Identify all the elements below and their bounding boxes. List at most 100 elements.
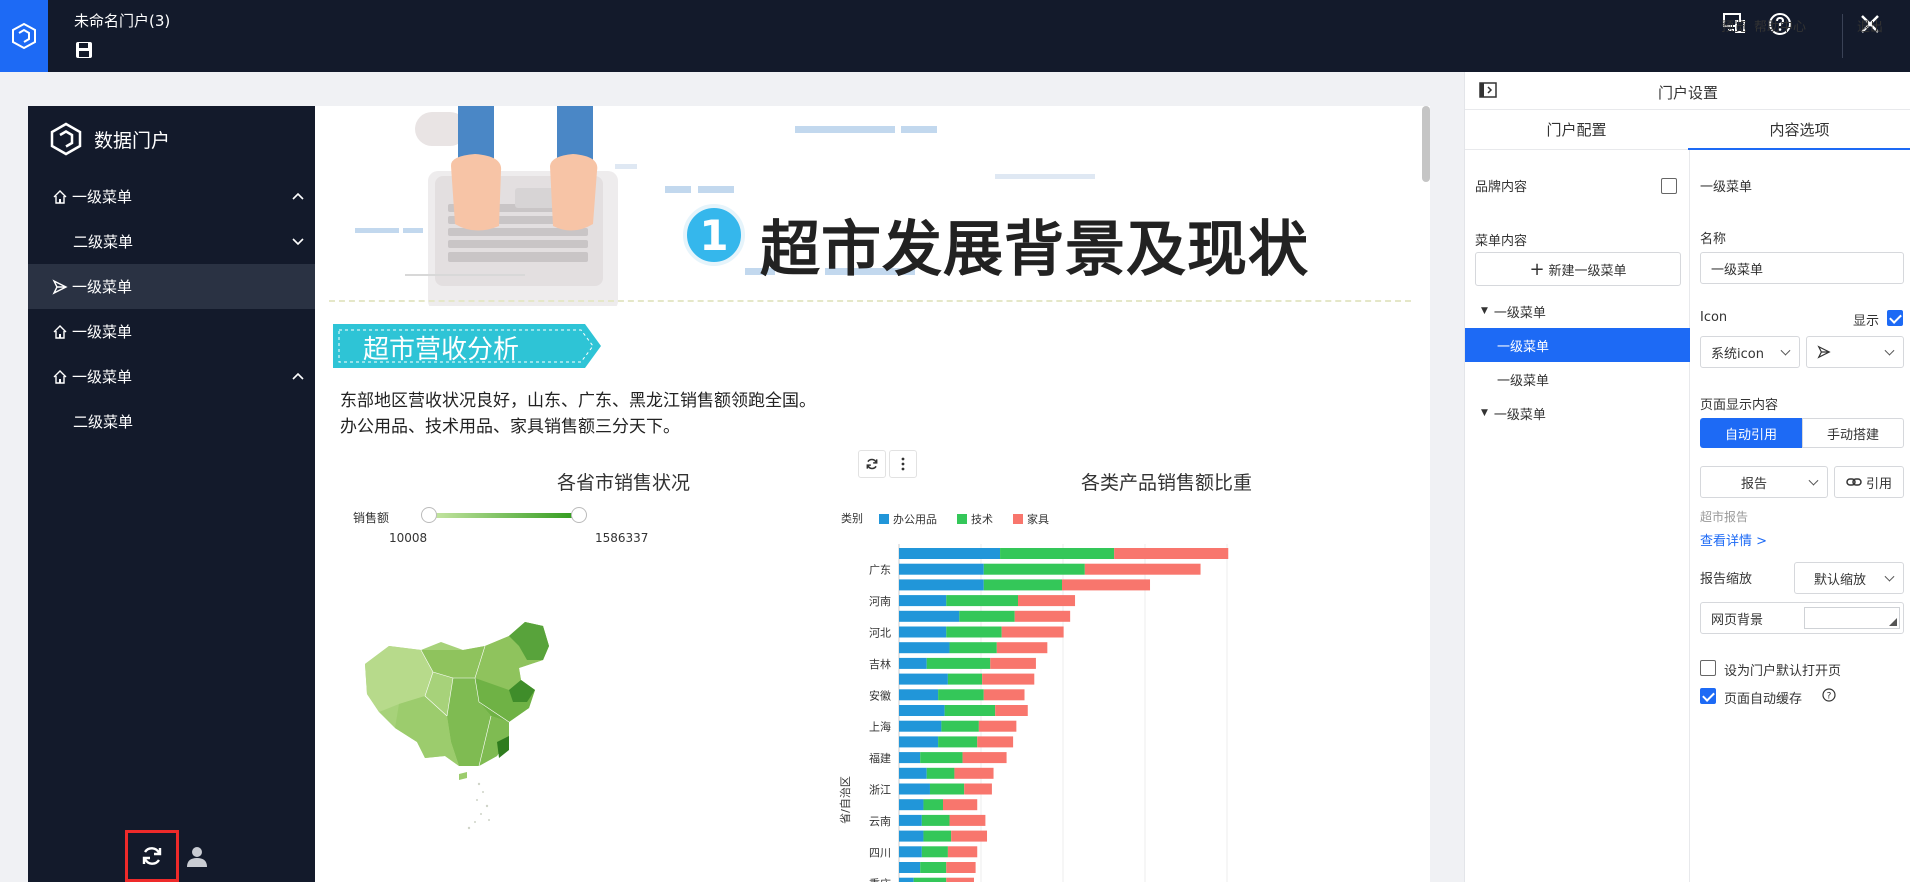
view-details-link[interactable]: 查看详情 >	[1700, 530, 1767, 549]
show-icon-checkbox[interactable]	[1887, 310, 1903, 326]
caret-down-icon[interactable]: ▼	[1481, 306, 1488, 316]
tab-content-options[interactable]: 内容选项	[1688, 110, 1910, 150]
chevron-up-icon[interactable]	[291, 369, 305, 383]
more-vertical-icon	[901, 457, 905, 471]
refresh-icon	[866, 458, 878, 470]
bar-segment	[899, 877, 914, 882]
home-icon	[53, 189, 67, 204]
bar-segment	[962, 752, 1007, 764]
background-color-picker[interactable]	[1804, 607, 1900, 629]
report-select[interactable]: 报告	[1700, 466, 1828, 498]
tab-portal-config[interactable]: 门户配置	[1465, 110, 1688, 150]
y-axis-label: 省/自治区	[838, 776, 852, 824]
map-chart-title: 各省市销售状况	[557, 472, 691, 494]
chart-refresh-button[interactable]	[858, 450, 886, 478]
stacked-bar-chart: 类别 办公用品 技术 家具省/自治区 广东河南河北吉林安徽上海福建浙江云南四川重庆	[838, 511, 1229, 882]
legend-item-label: 技术	[971, 513, 993, 526]
chart-more-button[interactable]	[889, 450, 917, 478]
menu-item-label: 一级菜单	[72, 188, 133, 206]
bar-segment	[1000, 548, 1115, 559]
bar-segment	[899, 689, 939, 701]
china-map	[365, 622, 549, 830]
portal-menu: 一级菜单 二级菜单 一级菜单 一级菜单 一级菜单 二级菜单	[28, 174, 315, 444]
category-tick-label: 上海	[869, 720, 891, 734]
menu-item-level2[interactable]: 二级菜单	[28, 219, 315, 264]
report-scrollbar-thumb[interactable]	[1422, 106, 1430, 182]
brand-content-checkbox[interactable]	[1661, 178, 1677, 194]
cube-logo-icon	[12, 22, 36, 50]
bar-segment	[951, 830, 988, 842]
bar-segment	[1017, 595, 1076, 607]
page-content-label: 页面显示内容	[1700, 398, 1779, 413]
plus-icon: +	[1529, 258, 1545, 280]
help-circle-icon[interactable]: ?	[1822, 688, 1836, 702]
bar-segment	[990, 657, 1036, 669]
category-tick-label: 福建	[869, 751, 891, 765]
icon-type-select[interactable]: 系统icon	[1700, 336, 1800, 368]
tree-item-selected[interactable]: 一级菜单	[1465, 328, 1690, 362]
icon-label: Icon	[1700, 310, 1728, 325]
description-line: 东部地区营收状况良好，山东、广东、黑龙江销售额领跑全国。	[340, 391, 816, 411]
category-tick-label: 吉林	[869, 657, 891, 671]
chevron-down-icon[interactable]	[291, 234, 305, 248]
bar-segment	[946, 877, 974, 882]
menu-item-level2[interactable]: 二级菜单	[28, 399, 315, 444]
default-open-checkbox[interactable]	[1700, 660, 1716, 676]
menu-item-level1-active[interactable]: 一级菜单	[28, 264, 315, 309]
bar-segment	[946, 595, 1018, 607]
default-open-label: 设为门户默认打开页	[1724, 664, 1842, 679]
zoom-select[interactable]: 默认缩放	[1794, 562, 1904, 594]
tree-item[interactable]: ▼ 一级菜单	[1465, 396, 1690, 430]
reference-button[interactable]: 引用	[1834, 466, 1904, 498]
bar-segment	[899, 846, 922, 858]
bar-segment	[926, 657, 991, 669]
user-icon[interactable]	[185, 844, 209, 868]
map-range-slider[interactable]	[421, 506, 591, 524]
svg-text:?: ?	[1827, 692, 1832, 702]
bar-segment	[938, 736, 978, 748]
tree-item[interactable]: ▼ 一级菜单	[1465, 294, 1690, 328]
legend-swatch	[1013, 514, 1023, 524]
chevron-up-icon[interactable]	[291, 189, 305, 203]
menu-item-level1[interactable]: 一级菜单	[28, 309, 315, 354]
bar-segment	[899, 705, 945, 716]
bar-segment	[949, 814, 986, 826]
save-icon[interactable]	[74, 40, 94, 60]
menu-properties-column: 一级菜单 名称 一级菜单 Icon 显示 系统icon 页面显示内容 自动引用 …	[1690, 150, 1910, 882]
exit-label: 退出	[1857, 20, 1884, 35]
bar-segment	[944, 705, 996, 716]
portal-title[interactable]: 未命名门户(3)	[74, 10, 170, 31]
corner-triangle-icon	[1889, 618, 1897, 626]
bar-segment	[946, 626, 1002, 638]
map-range-min: 10008	[389, 531, 428, 545]
show-label: 显示	[1853, 314, 1880, 329]
name-label: 名称	[1700, 232, 1727, 247]
refresh-icon	[142, 847, 162, 865]
autosave-checkbox[interactable]	[1700, 688, 1716, 704]
tree-item[interactable]: 一级菜单	[1465, 362, 1690, 396]
legend-title: 类别	[841, 511, 863, 525]
icon-picker-select[interactable]	[1806, 336, 1904, 368]
menu-item-level1[interactable]: 一级菜单	[28, 174, 315, 219]
auto-reference-option[interactable]: 自动引用	[1700, 418, 1802, 448]
bar-segment	[983, 563, 1085, 575]
bar-segment	[996, 642, 1048, 654]
report-page: 1 超市发展背景及现状 超市营收分析 东部地区营收状况良好，山东、广东、黑龙江销…	[315, 106, 1430, 882]
refresh-button[interactable]	[125, 830, 179, 882]
bar-segment	[938, 689, 984, 701]
preview-button[interactable]: 预览	[1721, 12, 1747, 35]
name-input[interactable]: 一级菜单	[1700, 252, 1904, 284]
caret-down-icon[interactable]: ▼	[1481, 408, 1488, 418]
report-description: 东部地区营收状况良好，山东、广东、黑龙江销售额领跑全国。 办公用品、技术用品、家…	[340, 388, 816, 440]
hero-title: 超市发展背景及现状	[760, 215, 1309, 285]
top-bar: 未命名门户(3) 预览 帮助中心 退出	[0, 0, 1910, 72]
help-center-button[interactable]: 帮助中心	[1754, 12, 1806, 36]
bar-segment	[899, 752, 921, 764]
menu-item-level1[interactable]: 一级菜单	[28, 354, 315, 399]
zoom-label: 报告缩放	[1700, 572, 1753, 587]
bar-segment	[923, 830, 952, 842]
tree-item-label: 一级菜单	[1497, 373, 1550, 389]
new-menu-button[interactable]: + 新建一级菜单	[1475, 252, 1681, 286]
exit-button[interactable]: 退出	[1857, 12, 1884, 36]
manual-build-option[interactable]: 手动搭建	[1802, 418, 1904, 448]
